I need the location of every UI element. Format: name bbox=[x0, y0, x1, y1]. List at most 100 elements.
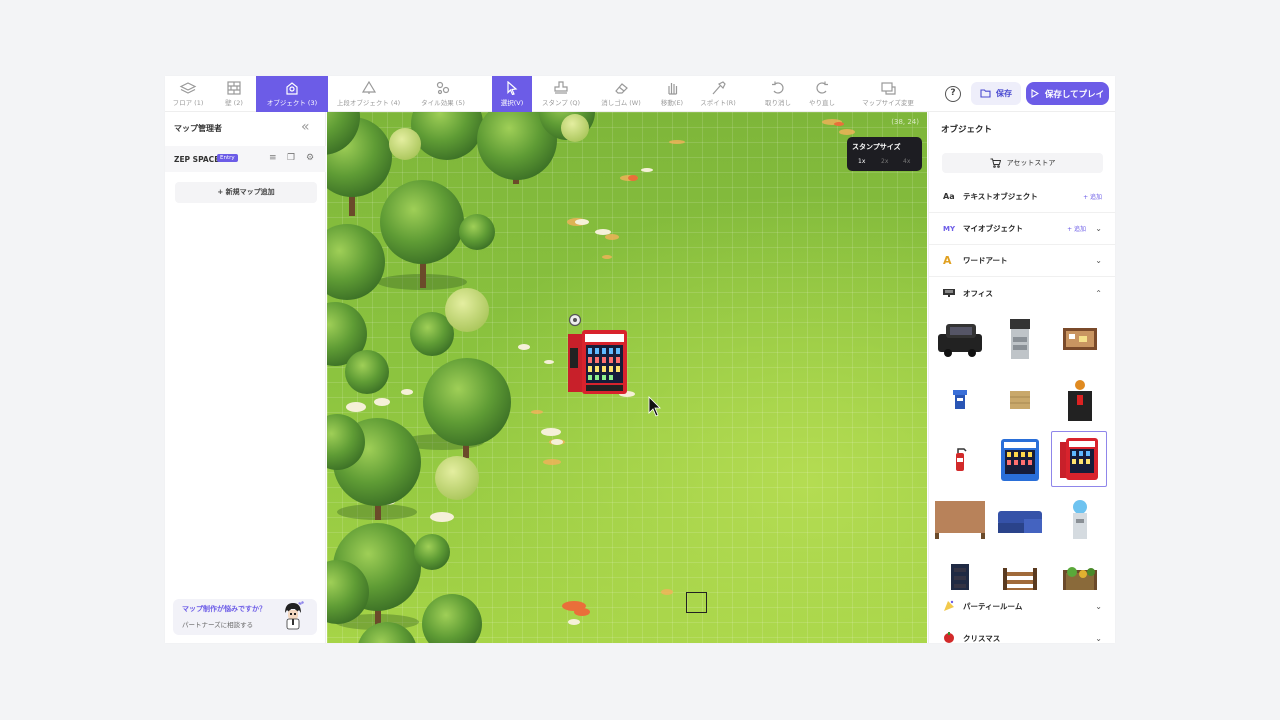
stamp-icon bbox=[554, 81, 568, 94]
add-text-object-button[interactable]: + 追加 bbox=[1083, 192, 1102, 201]
category-label: クリスマス bbox=[963, 633, 1001, 643]
map-manager-sidebar: マップ管理者 « ZEP SPACE Entry ≡ ❐ ⚙ + 新規マップ追加… bbox=[165, 112, 326, 643]
redo-icon bbox=[816, 81, 828, 94]
map-scenery bbox=[327, 112, 855, 643]
tool-select[interactable]: 選択(V) bbox=[492, 76, 532, 112]
stamp-size-title: スタンプサイズ bbox=[852, 143, 901, 151]
tool-label: スタンプ (Q) bbox=[541, 99, 581, 107]
chevron-up-icon[interactable]: ⌃ bbox=[1095, 289, 1102, 298]
consult-partners-banner[interactable]: マップ制作が悩みですか？ パートナーズに相談する bbox=[173, 599, 317, 635]
christmas-icon bbox=[944, 632, 954, 643]
tool-label: マップサイズ変更 bbox=[862, 99, 914, 107]
tool-label: スポイト(R) bbox=[700, 99, 736, 107]
tool-stamp[interactable]: スタンプ (Q) bbox=[535, 76, 587, 112]
tool-label: フロア (1) bbox=[172, 99, 204, 107]
tool-eyedropper[interactable]: スポイト(R) bbox=[697, 76, 739, 112]
text-object-icon: Aa bbox=[943, 192, 955, 201]
object-box-tile[interactable] bbox=[992, 372, 1048, 428]
category-office[interactable]: オフィス ⌃ bbox=[929, 277, 1115, 309]
placed-vending-machine[interactable] bbox=[568, 330, 627, 394]
stamp-size-panel: スタンプサイズ 1x 2x 4x bbox=[847, 137, 922, 171]
object-black-car[interactable] bbox=[932, 312, 988, 368]
consult-subtitle: パートナーズに相談する bbox=[182, 621, 254, 629]
copy-icon[interactable]: ❐ bbox=[287, 153, 295, 163]
blue-vending-machine-icon bbox=[1001, 439, 1039, 481]
category-my-object[interactable]: MY マイオブジェクト + 追加 ⌄ bbox=[929, 213, 1115, 245]
category-word-art[interactable]: A ワードアート ⌄ bbox=[929, 245, 1115, 277]
tool-label: やり直し bbox=[809, 99, 835, 107]
cart-icon bbox=[990, 158, 1001, 168]
my-object-icon: MY bbox=[943, 224, 956, 233]
object-fire-extinguisher[interactable] bbox=[932, 432, 988, 488]
tool-wall[interactable]: 壁 (2) bbox=[213, 76, 255, 112]
category-label: テキストオブジェクト bbox=[963, 192, 1038, 201]
category-text-object[interactable]: Aa テキストオブジェクト + 追加 bbox=[929, 181, 1115, 213]
tool-floor[interactable]: フロア (1) bbox=[165, 76, 211, 112]
fire-extinguisher-poster-icon bbox=[1068, 380, 1092, 421]
tile-selection-box bbox=[686, 592, 707, 613]
category-christmas[interactable]: クリスマス ⌄ bbox=[929, 622, 1115, 643]
word-art-icon: A bbox=[943, 254, 952, 267]
chevron-down-icon[interactable]: ⌄ bbox=[1095, 224, 1102, 233]
collapse-sidebar-icon[interactable]: « bbox=[301, 119, 310, 135]
water-dispenser-icon bbox=[1073, 500, 1087, 539]
object-bulletin-board[interactable] bbox=[1052, 312, 1108, 368]
trash-bin-icon bbox=[953, 390, 967, 409]
save-and-play-button[interactable]: 保存してプレイ bbox=[1026, 82, 1109, 105]
play-icon bbox=[1031, 89, 1039, 98]
object-panel: オブジェクト アセットストア Aa テキストオブジェクト + 追加 MY マイオ… bbox=[928, 112, 1115, 643]
bulletin-board-icon bbox=[1063, 328, 1097, 350]
chevron-down-icon[interactable]: ⌄ bbox=[1095, 634, 1102, 643]
category-label: ワードアート bbox=[963, 256, 1008, 265]
help-button[interactable]: ? bbox=[945, 86, 961, 102]
tool-tile-effect[interactable]: タイル効果 (5) bbox=[412, 76, 474, 112]
tool-label: 移動(E) bbox=[660, 99, 684, 107]
stamp-size-2x[interactable]: 2x bbox=[881, 158, 888, 165]
blue-sofa-icon bbox=[998, 511, 1042, 533]
chevron-down-icon[interactable]: ⌄ bbox=[1095, 602, 1102, 611]
add-my-object-button[interactable]: + 追加 bbox=[1067, 224, 1086, 233]
object-fire-poster[interactable] bbox=[1052, 372, 1108, 428]
consult-question: マップ制作が悩みですか？ bbox=[182, 605, 266, 613]
tool-top-object[interactable]: 上段オブジェクト (4) bbox=[331, 76, 406, 112]
object-trash-bin[interactable] bbox=[932, 372, 988, 428]
chevron-down-icon[interactable]: ⌄ bbox=[1095, 256, 1102, 265]
map-canvas[interactable]: (38, 24) スタンプサイズ 1x 2x 4x bbox=[327, 112, 927, 643]
plan-badge: Entry bbox=[217, 154, 238, 162]
floor-layers-icon bbox=[179, 82, 197, 94]
tool-label: オブジェクト (3) bbox=[266, 99, 318, 107]
tool-redo[interactable]: やり直し bbox=[805, 76, 839, 112]
object-copy-machine[interactable] bbox=[992, 312, 1048, 368]
object-red-vending-machine[interactable] bbox=[1051, 431, 1107, 487]
office-icon bbox=[943, 289, 955, 297]
eyedropper-icon bbox=[712, 81, 726, 95]
object-icon bbox=[286, 82, 298, 95]
mouse-cursor-icon bbox=[648, 396, 661, 417]
settings-icon[interactable]: ⚙ bbox=[306, 153, 314, 163]
save-play-label: 保存してプレイ bbox=[1044, 89, 1105, 100]
tool-move[interactable]: 移動(E) bbox=[655, 76, 689, 112]
category-party-room[interactable]: パーティールーム ⌄ bbox=[929, 590, 1115, 622]
space-row[interactable]: ZEP SPACE Entry ≡ ❐ ⚙ bbox=[165, 146, 326, 172]
object-blue-sofa[interactable] bbox=[992, 492, 1048, 548]
object-settings-gear-icon[interactable] bbox=[568, 313, 582, 327]
list-icon[interactable]: ≡ bbox=[269, 153, 277, 163]
tool-eraser[interactable]: 消しゴム (W) bbox=[593, 76, 649, 112]
tool-label: 消しゴム (W) bbox=[601, 99, 641, 107]
folder-icon bbox=[980, 89, 991, 98]
wall-icon bbox=[227, 81, 241, 95]
tool-label: タイル効果 (5) bbox=[421, 99, 465, 107]
save-button[interactable]: 保存 bbox=[971, 82, 1021, 105]
stamp-size-1x[interactable]: 1x bbox=[858, 158, 865, 165]
asset-store-button[interactable]: アセットストア bbox=[942, 153, 1103, 173]
tool-object[interactable]: オブジェクト (3) bbox=[256, 76, 328, 112]
toolbar: フロア (1) 壁 (2) オブジェクト (3) 上段オブジェクト (4) タイ… bbox=[165, 76, 1115, 112]
stamp-size-4x[interactable]: 4x bbox=[903, 158, 910, 165]
space-name: ZEP SPACE bbox=[174, 154, 220, 164]
tool-map-resize[interactable]: マップサイズ変更 bbox=[857, 76, 919, 112]
add-new-map-button[interactable]: + 新規マップ追加 bbox=[175, 182, 317, 203]
object-blue-vending-machine[interactable] bbox=[992, 432, 1048, 488]
object-wooden-table[interactable] bbox=[932, 492, 988, 548]
object-water-dispenser[interactable] bbox=[1052, 492, 1108, 548]
tool-undo[interactable]: 取り消し bbox=[761, 76, 795, 112]
